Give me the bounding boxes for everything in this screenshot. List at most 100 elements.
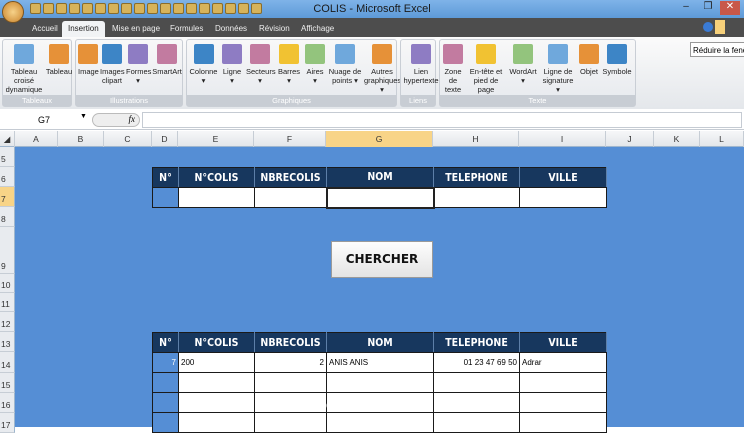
- tab-mise-en-page[interactable]: Mise en page: [106, 21, 166, 37]
- quick-access-icon[interactable]: [160, 3, 171, 14]
- maximize-button[interactable]: ❐: [698, 1, 718, 15]
- row-header-14[interactable]: 14: [0, 352, 15, 373]
- quick-access-icon[interactable]: [225, 3, 236, 14]
- input-colis[interactable]: [178, 187, 255, 208]
- cell-nom[interactable]: [326, 412, 434, 433]
- column-header-F[interactable]: F: [254, 131, 326, 147]
- ribbon-button[interactable]: Image: [78, 44, 99, 76]
- cell-n[interactable]: [152, 392, 179, 413]
- cell-n[interactable]: 7: [152, 352, 179, 373]
- cell-colis[interactable]: [178, 392, 255, 413]
- ribbon-button[interactable]: Tableau: [45, 44, 73, 76]
- ribbon-button[interactable]: Autres graphiques ▾: [364, 44, 401, 94]
- quick-access-icon[interactable]: [134, 3, 145, 14]
- ribbon-button[interactable]: Ligne de signature ▾: [540, 44, 576, 94]
- cell-nbre[interactable]: [254, 372, 327, 393]
- input-n[interactable]: [152, 187, 179, 208]
- quick-access-icon[interactable]: [173, 3, 184, 14]
- ribbon-button[interactable]: Objet: [578, 44, 600, 76]
- quick-access-icon[interactable]: [212, 3, 223, 14]
- cell-nbre[interactable]: [254, 412, 327, 433]
- input-nbrecolis[interactable]: [254, 187, 327, 208]
- quick-access-icon[interactable]: [82, 3, 93, 14]
- row-header-11[interactable]: 11: [0, 293, 15, 312]
- ribbon-button[interactable]: Nuage de points ▾: [328, 44, 362, 85]
- chevron-down-icon[interactable]: ▼: [80, 113, 87, 120]
- input-ville[interactable]: [519, 187, 607, 208]
- column-header-I[interactable]: I: [519, 131, 606, 147]
- row-header-13[interactable]: 13: [0, 332, 15, 352]
- quick-access-icon[interactable]: [186, 3, 197, 14]
- ribbon-button[interactable]: WordArt ▾: [508, 44, 538, 85]
- help-icon[interactable]: [703, 22, 713, 32]
- ribbon-button[interactable]: Images clipart: [100, 44, 125, 85]
- row-header-8[interactable]: 8: [0, 207, 15, 227]
- ribbon-button[interactable]: Aires ▾: [304, 44, 326, 85]
- row-header-12[interactable]: 12: [0, 312, 15, 332]
- name-box[interactable]: G7: [0, 113, 88, 127]
- column-header-L[interactable]: L: [700, 131, 744, 147]
- cell-tel[interactable]: [433, 392, 520, 413]
- column-header-K[interactable]: K: [654, 131, 700, 147]
- office-button[interactable]: [2, 1, 24, 23]
- column-header-J[interactable]: J: [606, 131, 654, 147]
- row-header-9[interactable]: 9: [0, 227, 15, 274]
- quick-access-icon[interactable]: [43, 3, 54, 14]
- row-header-10[interactable]: 10: [0, 274, 15, 293]
- tab-affichage[interactable]: Affichage: [295, 21, 340, 37]
- column-header-G[interactable]: G: [326, 131, 433, 147]
- quick-access-icon[interactable]: [108, 3, 119, 14]
- cell-nbre[interactable]: [254, 392, 327, 413]
- quick-access-icon[interactable]: [199, 3, 210, 14]
- quick-access-icon[interactable]: [251, 3, 262, 14]
- cell-n[interactable]: [152, 372, 179, 393]
- column-header-A[interactable]: A: [15, 131, 58, 147]
- ribbon-button[interactable]: Lien hypertexte: [403, 44, 439, 85]
- select-all-button[interactable]: ◢: [0, 131, 15, 147]
- cell-ville[interactable]: [519, 372, 607, 393]
- chercher-button[interactable]: CHERCHER: [331, 241, 433, 278]
- ribbon-button[interactable]: Colonne ▾: [189, 44, 218, 85]
- quick-access-icon[interactable]: [238, 3, 249, 14]
- ribbon-button[interactable]: Secteurs ▾: [246, 44, 276, 85]
- cell-colis[interactable]: [178, 372, 255, 393]
- cell-tel[interactable]: 01 23 47 69 50: [433, 352, 520, 373]
- ribbon-button[interactable]: Ligne ▾: [220, 44, 244, 85]
- minimize-ribbon-icon[interactable]: [715, 20, 725, 34]
- row-header-17[interactable]: 17: [0, 413, 15, 433]
- ribbon-button[interactable]: Symbole: [602, 44, 632, 76]
- quick-access-icon[interactable]: [30, 3, 41, 14]
- fx-icon[interactable]: fx: [92, 113, 140, 127]
- cell-tel[interactable]: [433, 372, 520, 393]
- cell-ville[interactable]: [519, 412, 607, 433]
- ribbon-button[interactable]: Barres ▾: [276, 44, 302, 85]
- tab-donnees[interactable]: Données: [209, 21, 253, 37]
- input-nom-selected[interactable]: [325, 186, 435, 209]
- close-button[interactable]: ✕: [720, 1, 740, 15]
- cell-ville[interactable]: [519, 392, 607, 413]
- quick-access-icon[interactable]: [121, 3, 132, 14]
- cell-tel[interactable]: [433, 412, 520, 433]
- cell-colis[interactable]: [178, 412, 255, 433]
- ribbon-button[interactable]: En-tête et pied de page: [466, 44, 506, 94]
- column-header-H[interactable]: H: [433, 131, 519, 147]
- cell-colis[interactable]: 200: [178, 352, 255, 373]
- tab-revision[interactable]: Révision: [253, 21, 296, 37]
- tab-insertion[interactable]: Insertion: [62, 21, 105, 37]
- column-header-E[interactable]: E: [178, 131, 254, 147]
- input-telephone[interactable]: [433, 187, 520, 208]
- tab-accueil[interactable]: Accueil: [26, 21, 64, 37]
- cell-nbre[interactable]: 2: [254, 352, 327, 373]
- cell-ville[interactable]: Adrar: [519, 352, 607, 373]
- ribbon-button[interactable]: Formes ▾: [126, 44, 151, 85]
- row-header-5[interactable]: 5: [0, 147, 15, 167]
- formula-input[interactable]: [142, 112, 742, 128]
- tab-formules[interactable]: Formules: [164, 21, 209, 37]
- minimize-button[interactable]: –: [676, 1, 696, 15]
- quick-access-icon[interactable]: [69, 3, 80, 14]
- ribbon-button[interactable]: SmartArt: [152, 44, 182, 76]
- row-header-6[interactable]: 6: [0, 167, 15, 187]
- cell-n[interactable]: [152, 412, 179, 433]
- cell-nom[interactable]: ANIS ANIS: [326, 352, 434, 373]
- quick-access-icon[interactable]: [95, 3, 106, 14]
